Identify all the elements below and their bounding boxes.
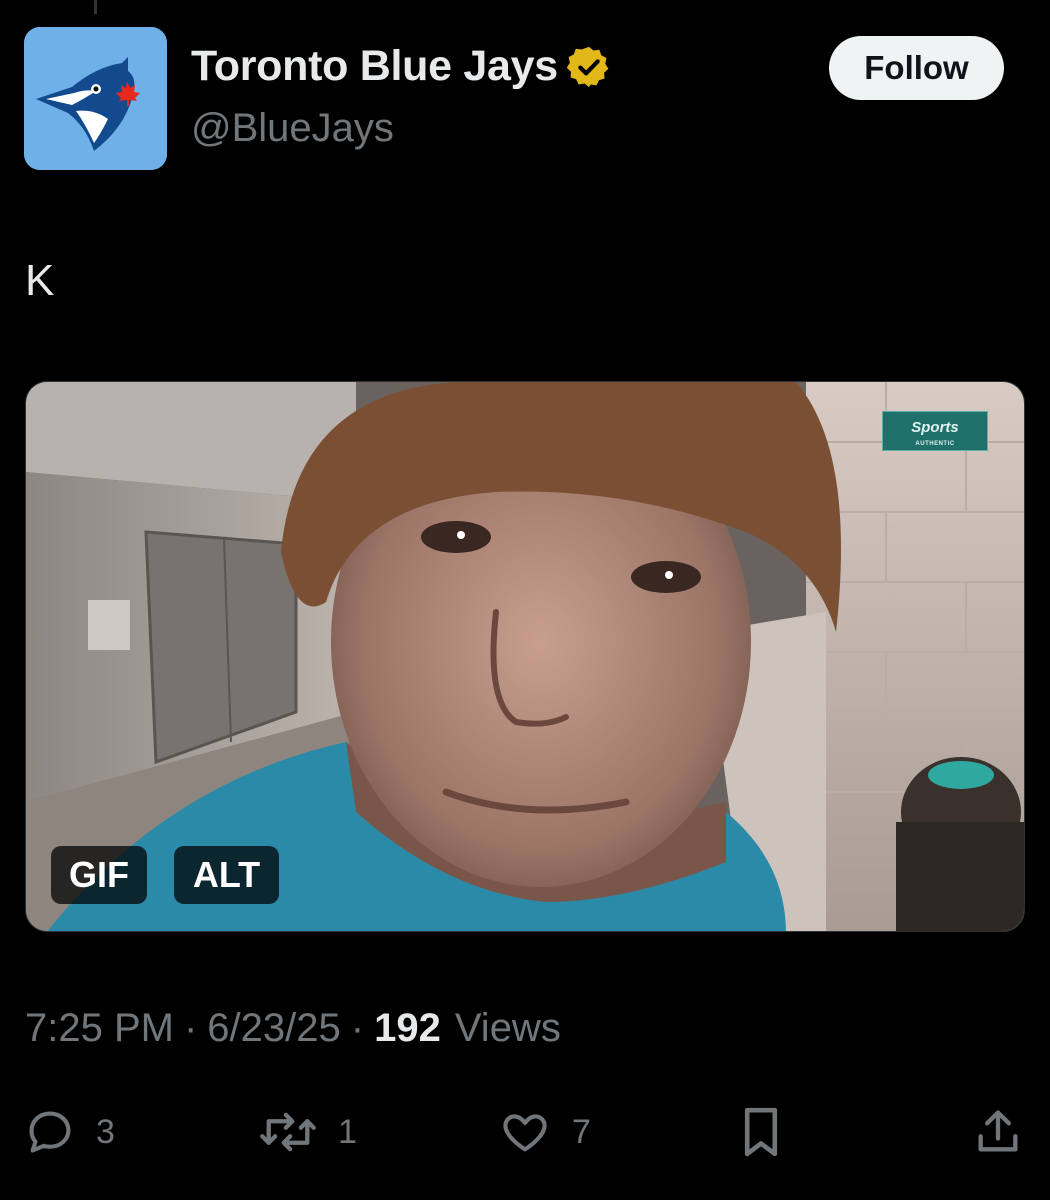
tweet-actions-bar: 3 1 7 <box>0 1100 1050 1164</box>
alt-text-badge[interactable]: ALT <box>174 846 279 904</box>
broadcaster-watermark: Sports AUTHENTIC <box>882 411 988 451</box>
bookmark-button[interactable] <box>738 1100 784 1164</box>
reply-icon <box>29 1111 71 1153</box>
repost-icon <box>260 1112 316 1152</box>
tweet-text: K <box>25 256 55 305</box>
meta-separator: · <box>183 1006 198 1050</box>
repost-count: 1 <box>338 1112 357 1151</box>
heart-icon <box>503 1114 547 1152</box>
follow-button[interactable]: Follow <box>829 36 1004 100</box>
share-button[interactable] <box>972 1100 1024 1164</box>
tweet-time[interactable]: 7:25 PM <box>25 1006 174 1051</box>
verified-badge-icon <box>566 46 609 87</box>
bookmark-icon <box>744 1107 778 1157</box>
thread-line <box>94 0 97 14</box>
reply-count: 3 <box>96 1112 115 1151</box>
views-label: Views <box>454 1006 561 1050</box>
account-handle[interactable]: @BlueJays <box>191 106 394 151</box>
views-count: 192 <box>374 1006 441 1050</box>
meta-separator: · <box>350 1006 365 1050</box>
blue-jays-logo-icon <box>24 27 167 170</box>
like-button[interactable]: 7 <box>498 1100 591 1164</box>
gif-badge[interactable]: GIF <box>51 846 147 904</box>
tweet-meta: 7:25 PM · 6/23/25 · 192 Views <box>25 1006 561 1051</box>
account-name-row[interactable]: Toronto Blue Jays <box>191 42 612 91</box>
display-name[interactable]: Toronto Blue Jays <box>191 42 558 91</box>
profile-avatar[interactable] <box>24 27 167 170</box>
repost-button[interactable]: 1 <box>258 1100 357 1164</box>
share-icon <box>978 1110 1018 1152</box>
tweet-date[interactable]: 6/23/25 <box>207 1006 340 1051</box>
like-count: 7 <box>572 1112 591 1151</box>
reply-button[interactable]: 3 <box>24 1100 115 1164</box>
